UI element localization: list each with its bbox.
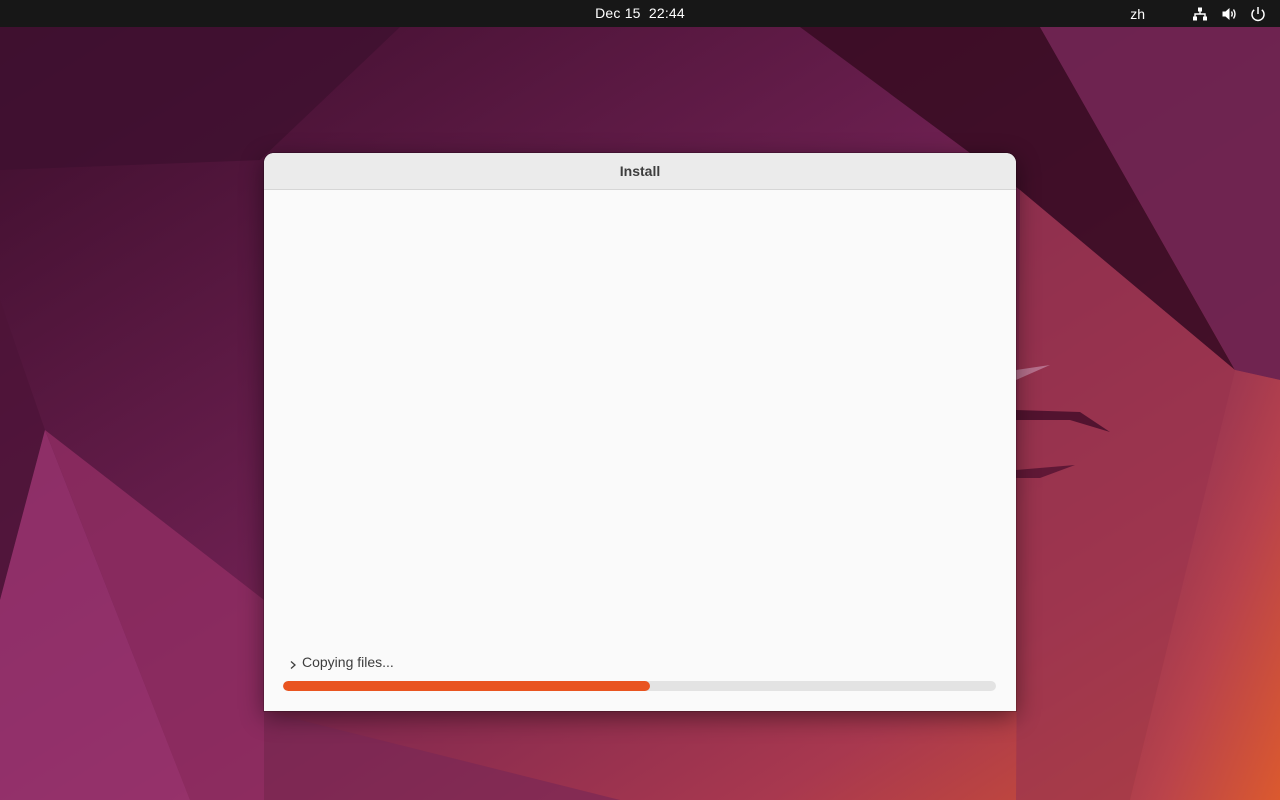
progress-fill (283, 681, 651, 691)
volume-icon[interactable] (1221, 6, 1237, 22)
system-tray[interactable]: zh (1130, 0, 1266, 27)
window-title[interactable]: Install (264, 153, 1016, 190)
top-panel: Dec 15 22:44 zh (0, 0, 1280, 27)
input-language-indicator[interactable]: zh (1130, 6, 1145, 22)
install-window: Install Copying files... (264, 153, 1016, 711)
status-text: Copying files... (302, 654, 394, 670)
network-icon[interactable] (1192, 6, 1208, 22)
clock[interactable]: Dec 15 22:44 (0, 0, 1280, 27)
chevron-right-icon[interactable] (288, 660, 298, 670)
progress-bar (283, 681, 996, 691)
status-expander[interactable]: Copying files... (288, 652, 394, 672)
power-icon[interactable] (1250, 6, 1266, 22)
